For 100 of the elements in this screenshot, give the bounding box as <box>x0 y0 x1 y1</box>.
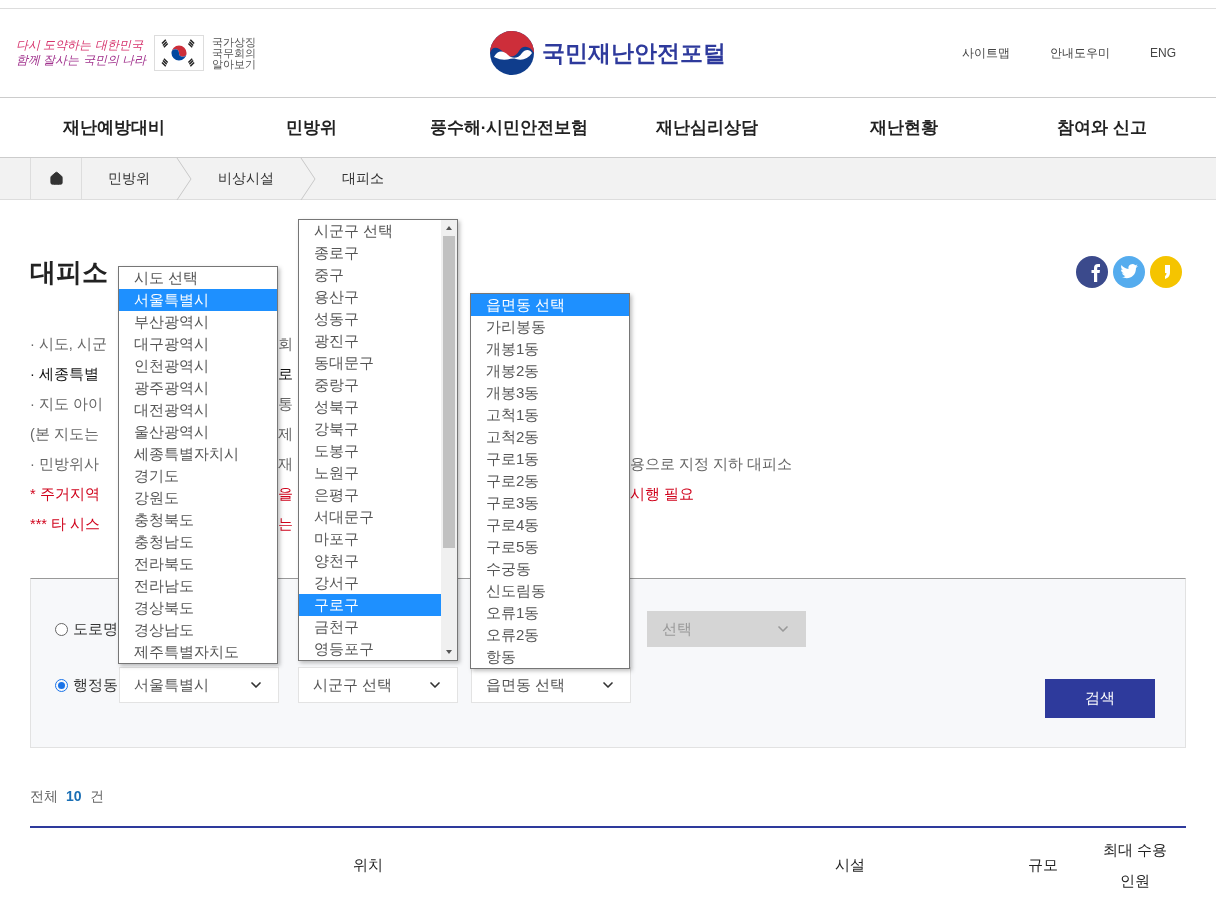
dropdown-option[interactable]: 마포구 <box>299 528 441 550</box>
dropdown-option[interactable]: 구로4동 <box>471 514 629 536</box>
dropdown-option[interactable]: 금천구 <box>299 616 441 638</box>
note-text: 시행 필요 <box>630 485 695 505</box>
dropdown-option[interactable]: 전라남도 <box>119 575 277 597</box>
nav-item[interactable]: 풍수해·시민안전보험 <box>429 114 589 141</box>
facebook-icon[interactable] <box>1076 256 1108 288</box>
dropdown-option[interactable]: 용산구 <box>299 286 441 308</box>
dropdown-option[interactable]: 제주특별자치도 <box>119 641 277 663</box>
note-text: 통 <box>278 396 293 413</box>
utility-link[interactable]: 안내도우미 <box>1049 44 1110 62</box>
radio-label: 도로명 <box>73 618 118 639</box>
dropdown-option[interactable]: 항동 <box>471 646 629 668</box>
dropdown-option[interactable]: 대구광역시 <box>119 333 277 355</box>
search-button[interactable]: 검색 <box>1045 679 1155 718</box>
select-field[interactable]: 읍면동 선택 <box>471 667 631 703</box>
dropdown-option[interactable]: 동대문구 <box>299 352 441 374</box>
nav-item[interactable]: 민방위 <box>286 114 337 141</box>
dropdown-option[interactable]: 구로5동 <box>471 536 629 558</box>
note-text: · 민방위사 <box>30 455 100 475</box>
note-text: · 세종특별 <box>30 365 100 385</box>
select-field[interactable]: 시군구 선택 <box>298 667 458 703</box>
dropdown-option[interactable]: 성북구 <box>299 396 441 418</box>
dropdown-option[interactable]: 대전광역시 <box>119 399 277 421</box>
dropdown-option[interactable]: 강원도 <box>119 487 277 509</box>
dropdown-option[interactable]: 오류1동 <box>471 602 629 624</box>
dropdown-option[interactable]: 구로3동 <box>471 492 629 514</box>
dropdown-option[interactable]: 세종특별자치시 <box>119 443 277 465</box>
dropdown-option[interactable]: 양천구 <box>299 550 441 572</box>
dropdown-option[interactable]: 시도 선택 <box>119 267 277 289</box>
note-text: (본 지도는 <box>30 425 100 445</box>
dropdown-option[interactable]: 시군구 선택 <box>299 220 441 242</box>
dropdown-option[interactable]: 경상북도 <box>119 597 277 619</box>
dropdown-option[interactable]: 인천광역시 <box>119 355 277 377</box>
dropdown-option[interactable]: 충청북도 <box>119 509 277 531</box>
page-title: 대피소 <box>30 256 108 289</box>
dropdown-option[interactable]: 고척2동 <box>471 426 629 448</box>
column-header: 위치 <box>352 855 383 875</box>
dropdown-option[interactable]: 광주광역시 <box>119 377 277 399</box>
site-logo-text[interactable]: 국민재난안전포털 <box>542 35 726 71</box>
dropdown-option[interactable]: 전라북도 <box>119 553 277 575</box>
column-header: 최대 수용인원 <box>1101 839 1169 891</box>
dropdown-option[interactable]: 개봉3동 <box>471 382 629 404</box>
utility-link[interactable]: ENG <box>1149 44 1176 62</box>
nav-item[interactable]: 재난심리상담 <box>655 114 758 141</box>
breadcrumb-item[interactable]: 비상시설 <box>192 168 300 189</box>
utility-link[interactable]: 사이트맵 <box>961 44 1010 62</box>
home-icon <box>48 171 64 186</box>
radio-label: 행정동 <box>73 674 118 695</box>
dropdown-option[interactable]: 수궁동 <box>471 558 629 580</box>
dropdown-option[interactable]: 충청남도 <box>119 531 277 553</box>
note-text: · 시도, 시군 <box>30 335 108 355</box>
dropdown-option[interactable]: 경기도 <box>119 465 277 487</box>
dropdown-option[interactable]: 구로2동 <box>471 470 629 492</box>
dropdown-option[interactable]: 영등포구 <box>299 638 441 660</box>
dropdown-option[interactable]: 구로1동 <box>471 448 629 470</box>
select-field[interactable]: 서울특별시 <box>119 667 279 703</box>
note-text: * 주거지역 <box>30 485 101 505</box>
column-header: 시설 <box>835 855 865 875</box>
dropdown-option[interactable]: 은평구 <box>299 484 441 506</box>
note-text: 재 <box>278 456 293 473</box>
dropdown-option[interactable]: 신도림동 <box>471 580 629 602</box>
dropdown-option[interactable]: 도봉구 <box>299 440 441 462</box>
home-button[interactable] <box>30 157 82 200</box>
dropdown-option[interactable]: 경상남도 <box>119 619 277 641</box>
dropdown-option[interactable]: 개봉2동 <box>471 360 629 382</box>
dropdown-option[interactable]: 중랑구 <box>299 374 441 396</box>
dropdown-option[interactable]: 노원구 <box>299 462 441 484</box>
twitter-icon[interactable] <box>1113 256 1145 288</box>
dropdown-option[interactable]: 성동구 <box>299 308 441 330</box>
dropdown-option[interactable]: 강서구 <box>299 572 441 594</box>
radio-button[interactable] <box>55 622 68 636</box>
results-count: 10 <box>66 787 82 806</box>
note-text: 로 <box>278 366 293 383</box>
dropdown-option[interactable]: 종로구 <box>299 242 441 264</box>
note-text: · 지도 아이 <box>30 395 104 415</box>
nav-item[interactable]: 재난예방대비 <box>62 114 165 141</box>
note-text: 는 <box>278 516 293 533</box>
results-unit: 건 <box>89 787 104 806</box>
note-text: 회 <box>278 336 293 353</box>
dropdown-option[interactable]: 개봉1동 <box>471 338 629 360</box>
nav-item[interactable]: 재난현황 <box>870 114 939 141</box>
breadcrumb-item[interactable]: 민방위 <box>82 168 176 189</box>
symbol-link[interactable]: 국가상징 국무회의 알아보기 <box>212 36 256 70</box>
scrollbar[interactable] <box>441 220 457 660</box>
dropdown-option[interactable]: 울산광역시 <box>119 421 277 443</box>
dropdown-option[interactable]: 고척1동 <box>471 404 629 426</box>
dropdown-option[interactable]: 부산광역시 <box>119 311 277 333</box>
dropdown-option[interactable]: 중구 <box>299 264 441 286</box>
note-text: 용으로 지정 지하 대피소 <box>630 455 793 475</box>
breadcrumb-item[interactable]: 대피소 <box>316 168 410 189</box>
dropdown-option[interactable]: 가리봉동 <box>471 316 629 338</box>
nav-item[interactable]: 참여와 신고 <box>1057 114 1148 141</box>
dropdown-option[interactable]: 서대문구 <box>299 506 441 528</box>
dropdown-option[interactable]: 광진구 <box>299 330 441 352</box>
slogan-logo[interactable]: 다시 도약하는 대한민국 함께 잘사는 국민의 나라 <box>16 38 146 68</box>
flag-icon <box>154 35 204 71</box>
dropdown-option[interactable]: 강북구 <box>299 418 441 440</box>
dropdown-option[interactable]: 오류2동 <box>471 624 629 646</box>
note-text: 을 <box>278 486 293 503</box>
